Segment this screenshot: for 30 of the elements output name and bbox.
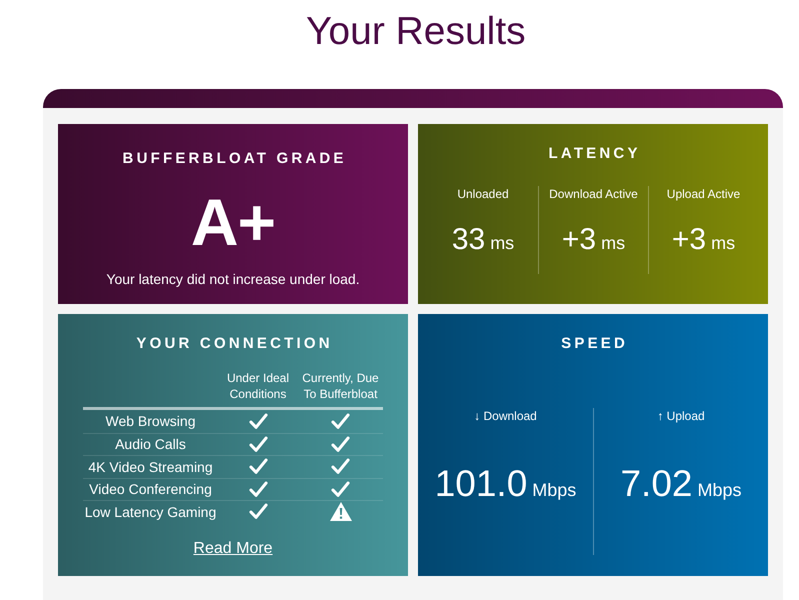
latency-value: +3	[562, 223, 596, 257]
latency-unit: ms	[711, 232, 736, 254]
speed-label: ↑ Upload	[657, 408, 705, 424]
read-more-link[interactable]: Read More	[193, 538, 273, 558]
latency-label: Upload Active	[666, 186, 740, 202]
latency-label: Download Active	[549, 186, 638, 202]
speed-value: 101.0	[434, 462, 528, 506]
speed-unit: Mbps	[698, 479, 742, 501]
activity-label: Audio Calls	[114, 435, 187, 454]
card-heading: BUFFERBLOAT GRADE	[122, 150, 347, 168]
card-heading: YOUR CONNECTION	[136, 335, 333, 353]
activity-label: Low Latency Gaming	[84, 502, 218, 521]
speed-unit: Mbps	[532, 479, 576, 501]
column-heading: Currently, Due To Bufferbloat	[301, 370, 380, 402]
speed-value: 7.02	[620, 462, 692, 506]
latency-unit: ms	[490, 232, 514, 254]
card-heading: SPEED	[561, 335, 628, 353]
grade-summary: Your latency did not increase under load.	[106, 270, 360, 288]
latency-value: 33	[452, 223, 486, 257]
latency-unit: ms	[601, 232, 626, 254]
activity-label: Video Conferencing	[88, 480, 213, 498]
latency-value: +3	[672, 223, 706, 257]
latency-label: Unloaded	[457, 186, 509, 202]
speed-label: ↓ Download	[474, 408, 537, 424]
activity-label: 4K Video Streaming	[87, 458, 214, 476]
column-heading: Under Ideal Conditions	[226, 370, 290, 402]
page-title: Your Results	[306, 10, 526, 54]
grade-letter: A+	[190, 190, 276, 254]
card-heading: LATENCY	[548, 145, 641, 163]
activity-label: Web Browsing	[104, 412, 196, 430]
